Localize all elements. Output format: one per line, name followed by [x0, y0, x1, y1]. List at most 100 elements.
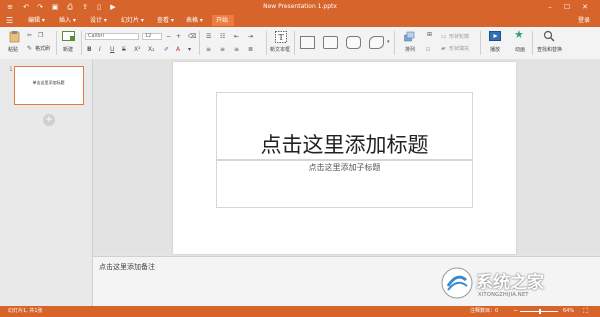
minimize-button[interactable]: – [545, 2, 555, 12]
format-painter-icon[interactable]: ✎ [27, 45, 32, 52]
new-slide-icon[interactable] [62, 31, 75, 42]
shape-rounded-rectangle[interactable] [323, 36, 338, 49]
menu-edit[interactable]: 编辑 ▾ [24, 15, 49, 26]
thumbnail-title: 单击这里添加标题 [32, 80, 65, 85]
font-name-select[interactable]: Calibri [85, 33, 139, 40]
menu-view[interactable]: 查看 ▾ [153, 15, 178, 26]
watermark-url: XITONGZHIJIA.NET [478, 292, 529, 298]
menu-table-label: 表格 [186, 17, 199, 24]
title-bar: ≡ ↶ ↷ ▣ ⎙ ⇪ ▯ ▶ New Presentation 1.pptx … [0, 0, 600, 14]
menu-view-label: 查看 [157, 17, 170, 24]
italic-icon[interactable]: I [99, 46, 101, 53]
font-size-select[interactable]: 12 [142, 33, 162, 40]
zoom-slider-thumb[interactable] [539, 309, 541, 314]
underline-icon[interactable]: U [110, 46, 114, 53]
shape-snip-rectangle[interactable] [369, 36, 384, 49]
justify-icon[interactable]: ≣ [248, 46, 253, 53]
menu-edit-label: 编辑 [28, 17, 41, 24]
watermark-logo-icon [441, 267, 473, 299]
format-painter-label[interactable]: 格式刷 [35, 46, 50, 52]
shape-outline-label[interactable]: 形状轮廓 [449, 34, 469, 40]
shape-outline-icon[interactable]: ▭ [441, 33, 447, 40]
fit-window-icon[interactable]: ⛶ [583, 307, 588, 315]
status-bar: 幻灯片1, 共1张 注释数目：0 − 64% ⛶ [0, 306, 600, 317]
animation-icon[interactable]: ★ [514, 29, 524, 41]
find-replace-label[interactable]: 查找和替换 [537, 47, 562, 53]
strikethrough-icon[interactable]: S [122, 46, 126, 53]
numbering-icon[interactable]: ☷ [220, 33, 225, 40]
ribbon-separator [480, 31, 481, 55]
shape-rounded-rectangle-large[interactable] [346, 36, 361, 49]
menu-home[interactable]: 开始 [212, 15, 234, 26]
search-icon[interactable] [543, 30, 555, 42]
ribbon-separator [199, 31, 200, 55]
title-placeholder[interactable]: 点击这里添加标题 [216, 92, 473, 160]
paste-icon[interactable] [9, 30, 21, 43]
ribbon-separator [266, 31, 267, 55]
group-label[interactable]: ⊡ [426, 47, 430, 53]
window-title: New Presentation 1.pptx [263, 3, 337, 10]
play-label[interactable]: 播放 [490, 47, 500, 53]
subscript-icon[interactable]: X₂ [148, 46, 155, 53]
arrange-label[interactable]: 排列 [405, 47, 415, 53]
copy-icon[interactable]: ❐ [38, 32, 43, 39]
shape-fill-icon[interactable]: ▰ [441, 45, 446, 52]
slide-thumbnail[interactable]: 单击这里添加标题 [14, 66, 84, 105]
zoom-level: 64% [563, 308, 575, 314]
play-slideshow-icon[interactable] [489, 31, 501, 42]
menu-table[interactable]: 表格 ▾ [182, 15, 207, 26]
ribbon-separator [294, 31, 295, 55]
indent-icon[interactable]: ⇥ [248, 33, 253, 40]
shapes-more-icon[interactable]: ▾ [387, 39, 390, 46]
font-color-dropdown-icon[interactable]: ▾ [188, 46, 191, 53]
bold-icon[interactable]: B [87, 46, 92, 53]
shape-fill-label[interactable]: 形状填充 [449, 46, 469, 52]
align-right-icon[interactable]: ≡ [234, 46, 239, 53]
menu-slides-label: 幻灯片 [121, 17, 140, 24]
close-button[interactable]: ✕ [580, 2, 590, 12]
menu-insert[interactable]: 插入 ▾ [55, 15, 80, 26]
slide-position-status: 幻灯片1, 共1张 [8, 308, 43, 314]
maximize-button[interactable]: ☐ [562, 2, 572, 12]
cut-icon[interactable]: ✂ [27, 32, 32, 39]
menu-insert-label: 插入 [59, 17, 72, 24]
clear-format-icon[interactable]: ⌫ [188, 33, 196, 40]
login-link[interactable]: 登录 [578, 15, 590, 26]
ribbon-separator [394, 31, 395, 55]
subtitle-placeholder-text: 点击这里添加子标题 [308, 163, 381, 172]
add-slide-button[interactable]: + [43, 114, 55, 126]
ribbon-separator [81, 31, 82, 55]
font-color-icon[interactable]: A [176, 46, 180, 53]
svg-text:T: T [278, 33, 284, 42]
increase-font-icon[interactable]: + [176, 33, 181, 40]
menu-slides[interactable]: 幻灯片 ▾ [117, 15, 148, 26]
menu-design[interactable]: 设计 ▾ [86, 15, 111, 26]
outdent-icon[interactable]: ⇤ [234, 33, 239, 40]
superscript-icon[interactable]: X² [134, 46, 141, 53]
menu-bar: ☰ 编辑 ▾ 插入 ▾ 设计 ▾ 幻灯片 ▾ 查看 ▾ 表格 ▾ 开始 登录 [0, 14, 600, 27]
new-textbox-icon[interactable]: T [275, 31, 287, 43]
animation-label[interactable]: 动画 [515, 47, 525, 53]
ribbon-separator [532, 31, 533, 55]
align-left-icon[interactable]: ≡ [206, 46, 211, 53]
title-placeholder-text: 点击这里添加标题 [260, 133, 429, 157]
highlight-icon[interactable]: ✐ [164, 46, 169, 53]
subtitle-placeholder[interactable]: 点击这里添加子标题 [216, 160, 473, 208]
ribbon-separator [56, 31, 57, 55]
new-textbox-label[interactable]: 新文本框 [270, 47, 290, 53]
menu-design-label: 设计 [90, 17, 103, 24]
align-objects-icon[interactable]: ⊞ [427, 31, 432, 38]
zoom-out-icon[interactable]: − [513, 307, 518, 315]
shape-rectangle[interactable] [300, 36, 315, 49]
watermark: 系统之家 XITONGZHIJIA.NET [438, 266, 598, 310]
hamburger-icon[interactable]: ☰ [6, 16, 13, 25]
notes-placeholder: 点击这里添加备注 [99, 263, 155, 271]
align-center-icon[interactable]: ≡ [220, 46, 225, 53]
new-slide-label[interactable]: 新建 [63, 47, 73, 53]
arrange-icon[interactable] [404, 31, 415, 42]
paste-label: 粘贴 [8, 47, 19, 53]
watermark-brand: 系统之家 [476, 273, 544, 293]
slide-number: 1 [9, 66, 13, 73]
decrease-font-icon[interactable]: − [166, 33, 171, 40]
bullets-icon[interactable]: ☰ [206, 33, 211, 40]
